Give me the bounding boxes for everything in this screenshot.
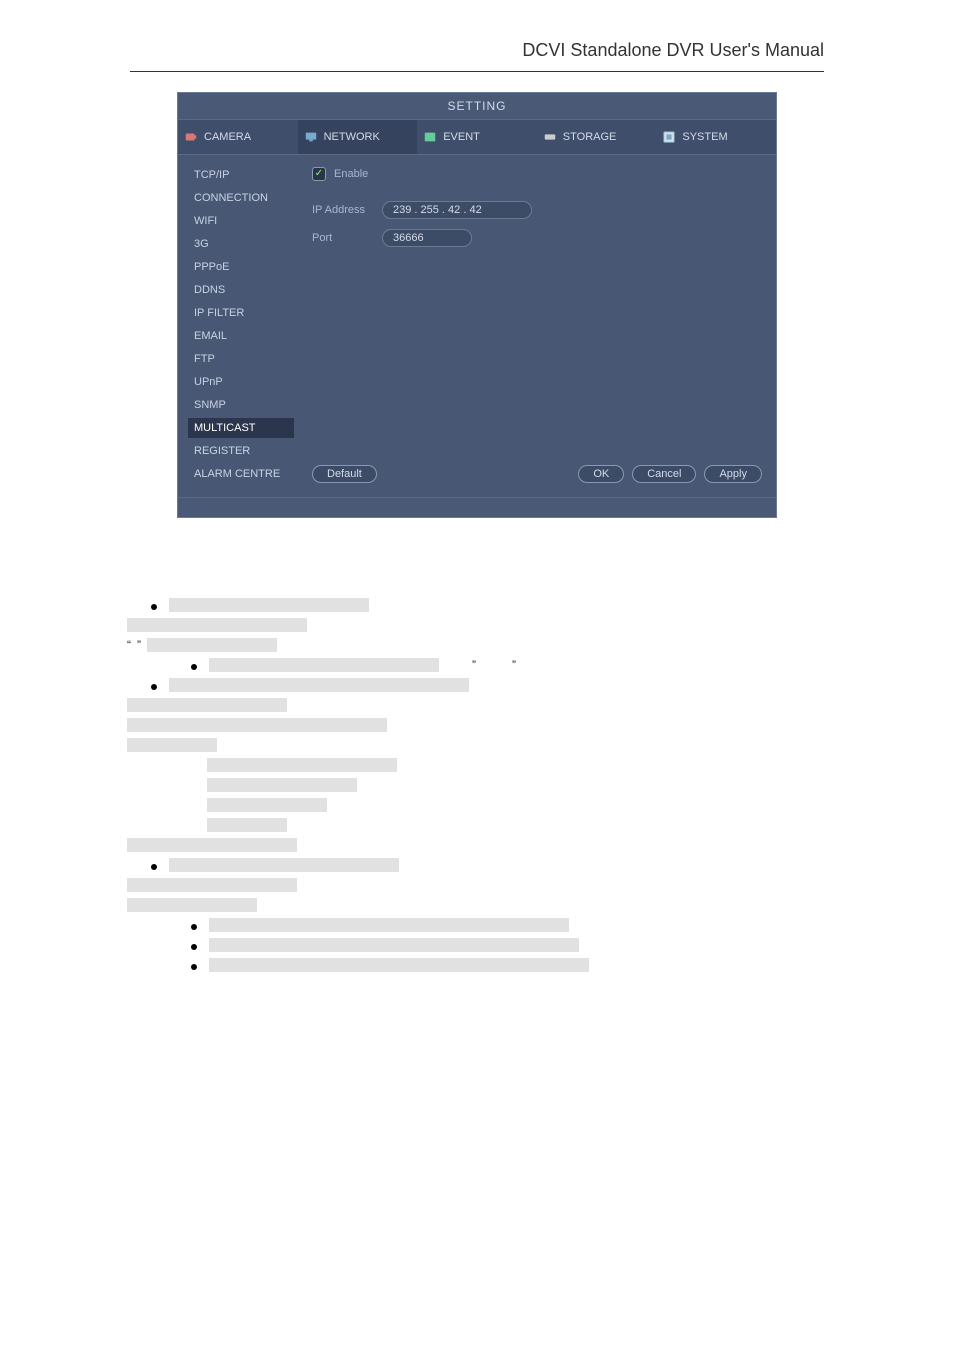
redacted-text [209,658,439,672]
bullet-icon [151,684,157,690]
tab-storage[interactable]: STORAGE [537,120,657,154]
bullet-icon [191,964,197,970]
sidenav-item-pppoe[interactable]: PPPoE [188,257,294,277]
ok-button[interactable]: OK [578,465,624,483]
redacted-text [209,938,579,952]
dialog-tabs: CAMERA NETWORK EVENT STORAGE SYSTEM [178,120,776,155]
ip-label: IP Address [312,204,374,216]
header-rule [130,71,824,72]
redacted-text [209,958,589,972]
redacted-text [207,778,357,792]
tab-camera[interactable]: CAMERA [178,120,298,154]
bullet-icon [191,944,197,950]
bullet-icon [191,664,197,670]
dialog-footer [178,497,776,517]
sidenav-item-alarmcentre[interactable]: ALARM CENTRE [188,464,294,484]
enable-row: ✓ Enable [312,167,762,181]
tab-event[interactable]: EVENT [417,120,537,154]
sidenav-item-email[interactable]: EMAIL [188,326,294,346]
redacted-text [127,718,387,732]
event-icon [423,130,437,144]
redacted-text [127,738,217,752]
redacted-text [127,898,257,912]
sidenav-item-tcpip[interactable]: TCP/IP [188,165,294,185]
system-icon [662,130,676,144]
redacted-text [207,818,287,832]
tab-label: STORAGE [563,131,617,143]
network-icon [304,130,318,144]
document-body: “ ” ” ” [127,598,827,972]
redacted-text [209,918,569,932]
tab-label: SYSTEM [682,131,727,143]
setting-dialog: SETTING CAMERA NETWORK EVENT STORAGE [177,92,777,518]
tab-network[interactable]: NETWORK [298,120,418,154]
sidenav-item-wifi[interactable]: WIFI [188,211,294,231]
sidenav-item-snmp[interactable]: SNMP [188,395,294,415]
sidenav-item-3g[interactable]: 3G [188,234,294,254]
close-quote: ” [137,638,141,652]
sidenav-item-multicast[interactable]: MULTICAST [188,418,294,438]
redacted-text [207,758,397,772]
tab-label: CAMERA [204,131,251,143]
camera-icon [184,130,198,144]
button-bar: Default OK Cancel Apply [312,465,762,483]
redacted-text [169,858,399,872]
sidenav-item-ftp[interactable]: FTP [188,349,294,369]
dbl-quote: ” [472,658,476,672]
port-label: Port [312,232,374,244]
dialog-body: TCP/IP CONNECTION WIFI 3G PPPoE DDNS IP … [178,155,776,497]
redacted-text [169,678,469,692]
sidenav-item-upnp[interactable]: UPnP [188,372,294,392]
sidenav-item-connection[interactable]: CONNECTION [188,188,294,208]
port-row: Port 36666 [312,229,762,247]
redacted-text [127,618,307,632]
dbl-quote: ” [512,658,516,672]
enable-label: Enable [334,168,368,180]
redacted-text [169,598,369,612]
port-input[interactable]: 36666 [382,229,472,247]
sidenav-item-register[interactable]: REGISTER [188,441,294,461]
bullet-icon [151,864,157,870]
redacted-text [127,838,297,852]
default-button[interactable]: Default [312,465,377,483]
ip-row: IP Address 239 . 255 . 42 . 42 [312,201,762,219]
tab-label: NETWORK [324,131,380,143]
manual-header: DCVI Standalone DVR User's Manual [0,0,954,71]
redacted-text [127,698,287,712]
ip-input[interactable]: 239 . 255 . 42 . 42 [382,201,532,219]
sidenav-item-ddns[interactable]: DDNS [188,280,294,300]
sidenav: TCP/IP CONNECTION WIFI 3G PPPoE DDNS IP … [178,155,298,497]
storage-icon [543,130,557,144]
bullet-icon [191,924,197,930]
sidenav-item-ipfilter[interactable]: IP FILTER [188,303,294,323]
dialog-title: SETTING [178,93,776,120]
bullet-icon [151,604,157,610]
redacted-text [207,798,327,812]
apply-button[interactable]: Apply [704,465,762,483]
tab-system[interactable]: SYSTEM [656,120,776,154]
open-quote: “ [127,638,131,652]
redacted-text [147,638,277,652]
enable-checkbox[interactable]: ✓ [312,167,326,181]
main-pane: ✓ Enable IP Address 239 . 255 . 42 . 42 … [298,155,776,497]
cancel-button[interactable]: Cancel [632,465,696,483]
redacted-text [127,878,297,892]
tab-label: EVENT [443,131,480,143]
